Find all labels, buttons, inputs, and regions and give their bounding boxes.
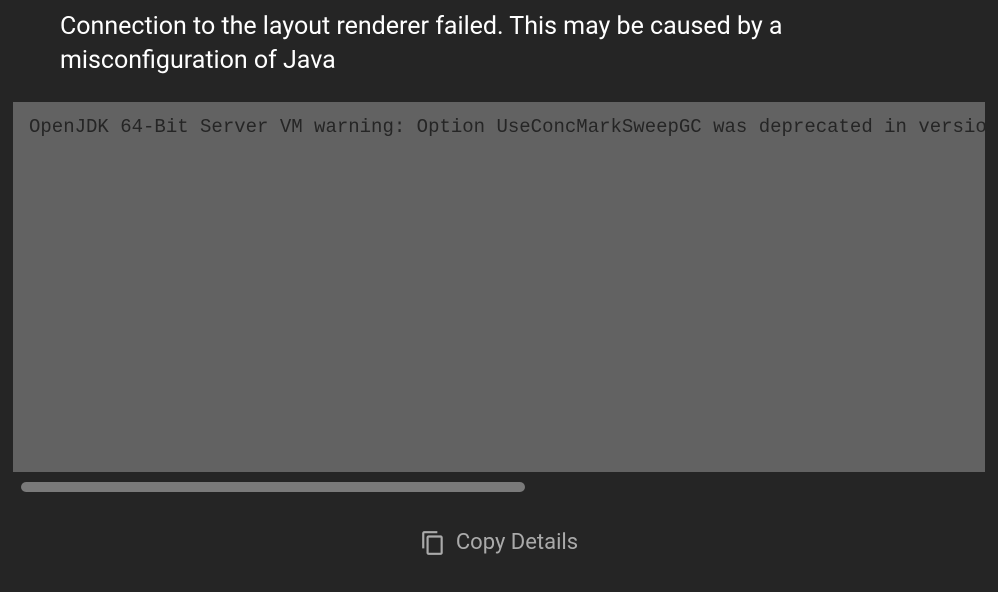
copy-icon xyxy=(420,530,446,556)
log-output[interactable]: OpenJDK 64-Bit Server VM warning: Option… xyxy=(13,102,985,472)
action-bar: Copy Details xyxy=(0,530,998,556)
log-line: OpenJDK 64-Bit Server VM warning: Option… xyxy=(29,116,985,138)
scrollbar-thumb[interactable] xyxy=(21,482,525,492)
horizontal-scrollbar[interactable] xyxy=(13,482,985,492)
copy-button-label: Copy Details xyxy=(456,530,578,555)
error-title: Connection to the layout renderer failed… xyxy=(0,0,998,102)
copy-details-button[interactable]: Copy Details xyxy=(420,530,578,556)
